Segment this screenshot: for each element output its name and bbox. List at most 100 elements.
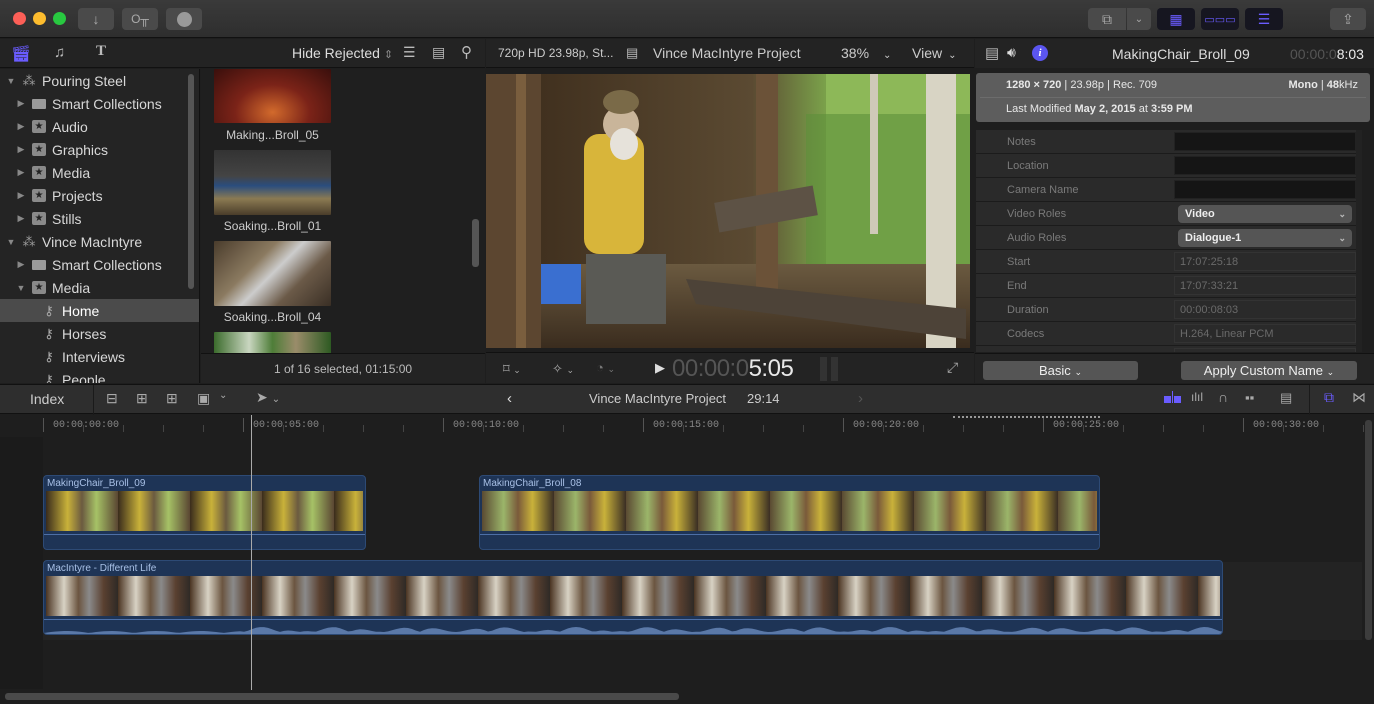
browser-scrollbar[interactable] (472, 219, 479, 267)
list-view-icon[interactable]: ☰ (403, 44, 416, 61)
titles-generators-icon[interactable]: T (96, 43, 106, 60)
audio-skimming-icon[interactable]: ılıl (1191, 390, 1203, 404)
timeline-horizontal-scrollbar[interactable] (5, 693, 679, 700)
edit-options-chevron-icon[interactable]: ⌄ (219, 390, 227, 401)
timeline-vertical-scrollbar[interactable] (1365, 420, 1372, 640)
back-arrow-icon[interactable]: ‹ (507, 390, 512, 407)
play-button[interactable]: ▶ (655, 360, 665, 376)
view-menu[interactable]: View ⌄ (912, 45, 956, 61)
sidebar-item[interactable]: ⚷ Interviews (0, 345, 199, 368)
sidebar-item[interactable]: ▶ ★ Projects (0, 184, 199, 207)
disclosure-expanded-icon[interactable]: ▼ (6, 76, 16, 86)
role-select[interactable]: Dialogue-1 ⌄ (1178, 228, 1352, 247)
skimming-icon[interactable] (1164, 391, 1183, 403)
overwrite-clip-icon[interactable]: ▣ (197, 390, 210, 407)
append-clip-icon[interactable]: ⊞ (166, 390, 178, 407)
inspector-scrollbar[interactable] (1356, 130, 1362, 352)
zoom-value: 38% (841, 45, 870, 61)
zoom-dropdown[interactable]: 38% ⌄ (841, 45, 891, 61)
libraries-clapper-icon[interactable]: 🎬︎ (11, 44, 31, 64)
playhead[interactable] (251, 415, 252, 690)
filter-dropdown[interactable]: Hide Rejected ⇕ (292, 45, 393, 61)
fullscreen-icon[interactable]: ⤢ (947, 359, 958, 376)
clip-thumbnail[interactable] (214, 69, 331, 123)
background-tasks-button[interactable] (166, 8, 202, 30)
video-inspector-icon[interactable]: ▤ (985, 44, 999, 62)
disclosure-expanded-icon[interactable]: ▼ (6, 237, 16, 247)
sidebar-item[interactable]: ▼ ⁂ Pouring Steel (0, 69, 199, 92)
select-tool-icon[interactable]: ➤ ⌄ (256, 389, 280, 406)
ruler-minor-tick (483, 425, 484, 432)
forward-arrow-icon[interactable]: › (858, 390, 863, 407)
disclosure-expanded-icon[interactable]: ▼ (16, 283, 26, 293)
timeline-index-button[interactable]: Index (30, 391, 64, 407)
timeline-clip[interactable]: MacIntyre - Different Life (43, 560, 1223, 635)
sidebar-item-label: Home (62, 302, 100, 319)
insert-clip-icon[interactable]: ⊞ (136, 390, 148, 407)
disclosure-collapsed-icon[interactable]: ▶ (16, 121, 26, 132)
clip-label: Soaking...Broll_01 (223, 219, 322, 233)
sidebar-item[interactable]: ⚷ People (0, 368, 199, 384)
zoom-window-button[interactable] (53, 12, 66, 25)
sidebar-item[interactable]: ⚷ Horses (0, 322, 199, 345)
metadata-label: Camera Name (1007, 183, 1079, 196)
sidebar-item-label: Pouring Steel (42, 72, 127, 89)
sidebar-item[interactable]: ▶ ★ Audio (0, 115, 199, 138)
metadata-input[interactable] (1174, 180, 1356, 199)
sidebar-item[interactable]: ▶ Smart Collections (0, 92, 199, 115)
share-button[interactable]: ⇪ (1330, 8, 1366, 30)
disclosure-collapsed-icon[interactable]: ▶ (16, 98, 26, 109)
disclosure-collapsed-icon[interactable]: ▶ (16, 190, 26, 201)
layout-button[interactable]: ⧉ (1088, 8, 1126, 30)
minimize-window-button[interactable] (33, 12, 46, 25)
sidebar-item[interactable]: ▶ ★ Media (0, 161, 199, 184)
import-button[interactable]: ↓ (78, 8, 114, 30)
role-select[interactable]: Video ⌄ (1178, 204, 1352, 223)
clip-thumbnail[interactable] (214, 332, 331, 353)
apply-custom-name-dropdown[interactable]: Apply Custom Name ⌄ (1181, 361, 1357, 380)
sidebar-item[interactable]: ▼ ⁂ Vince MacIntyre (0, 230, 199, 253)
transitions-browser-icon[interactable]: ⋈ (1352, 389, 1366, 406)
connect-clip-icon[interactable]: ⊟ (106, 390, 118, 407)
clip-thumbnail[interactable] (214, 150, 331, 215)
clip-thumbnail[interactable] (214, 241, 331, 306)
audio-inspector-icon[interactable]: 🔊︎ (1007, 44, 1016, 61)
sidebar-item[interactable]: ⚷ Home (0, 299, 199, 322)
effects-browser-icon[interactable]: ⧉ (1324, 389, 1334, 406)
sidebar-scrollbar[interactable] (188, 74, 194, 289)
metadata-view-dropdown[interactable]: Basic ⌄ (983, 361, 1138, 380)
photos-audio-icon[interactable]: ♫ (54, 44, 65, 61)
show-timeline-button[interactable]: ▭▭▭ (1201, 8, 1239, 30)
video-viewer[interactable] (486, 74, 970, 348)
close-window-button[interactable] (13, 12, 26, 25)
disclosure-collapsed-icon[interactable]: ▶ (16, 259, 26, 270)
sidebar-item[interactable]: ▶ ★ Stills (0, 207, 199, 230)
metadata-input[interactable] (1174, 156, 1356, 175)
retime-speedometer-icon[interactable]: ◔ ⌄ (596, 360, 615, 375)
clip-appearance-icon[interactable]: ▤ (432, 44, 445, 61)
headphones-icon[interactable]: ∩ (1218, 389, 1228, 405)
metadata-input[interactable] (1174, 132, 1356, 151)
layout-dropdown[interactable]: ⌄ (1127, 8, 1151, 30)
info-inspector-icon[interactable]: i (1032, 45, 1048, 61)
clip-appearance-icon[interactable]: ▤ (1280, 390, 1292, 406)
transform-icon[interactable]: ⌑ ⌄ (503, 361, 521, 377)
timeline[interactable]: MakingChair_Broll_09 MakingChair_Broll_0… (0, 437, 1362, 689)
sidebar-item[interactable]: ▶ Smart Collections (0, 253, 199, 276)
disclosure-collapsed-icon[interactable]: ▶ (16, 213, 26, 224)
timecode-display[interactable]: 00:00:05:05 (672, 355, 794, 383)
resolution: 1280 × 720 (1006, 79, 1062, 91)
timeline-clip[interactable]: MakingChair_Broll_09 (43, 475, 366, 550)
show-browser-button[interactable]: ▦ (1157, 8, 1195, 30)
search-icon[interactable]: ⚲ (461, 43, 472, 61)
timeline-ruler[interactable]: 00:00:00:00 00:00:05:00 00:00:10:00 00:00:1… (0, 415, 1364, 437)
disclosure-collapsed-icon[interactable]: ▶ (16, 144, 26, 155)
keywords-button[interactable]: O╥ (122, 8, 158, 30)
show-inspector-button[interactable]: ☰ (1245, 8, 1283, 30)
sidebar-item[interactable]: ▼ ★ Media (0, 276, 199, 299)
enhance-wand-icon[interactable]: ✧ ⌄ (552, 361, 574, 377)
timeline-clip[interactable]: MakingChair_Broll_08 (479, 475, 1100, 550)
sidebar-item[interactable]: ▶ ★ Graphics (0, 138, 199, 161)
snapping-icon[interactable]: ▪▪ (1245, 390, 1254, 405)
disclosure-collapsed-icon[interactable]: ▶ (16, 167, 26, 178)
